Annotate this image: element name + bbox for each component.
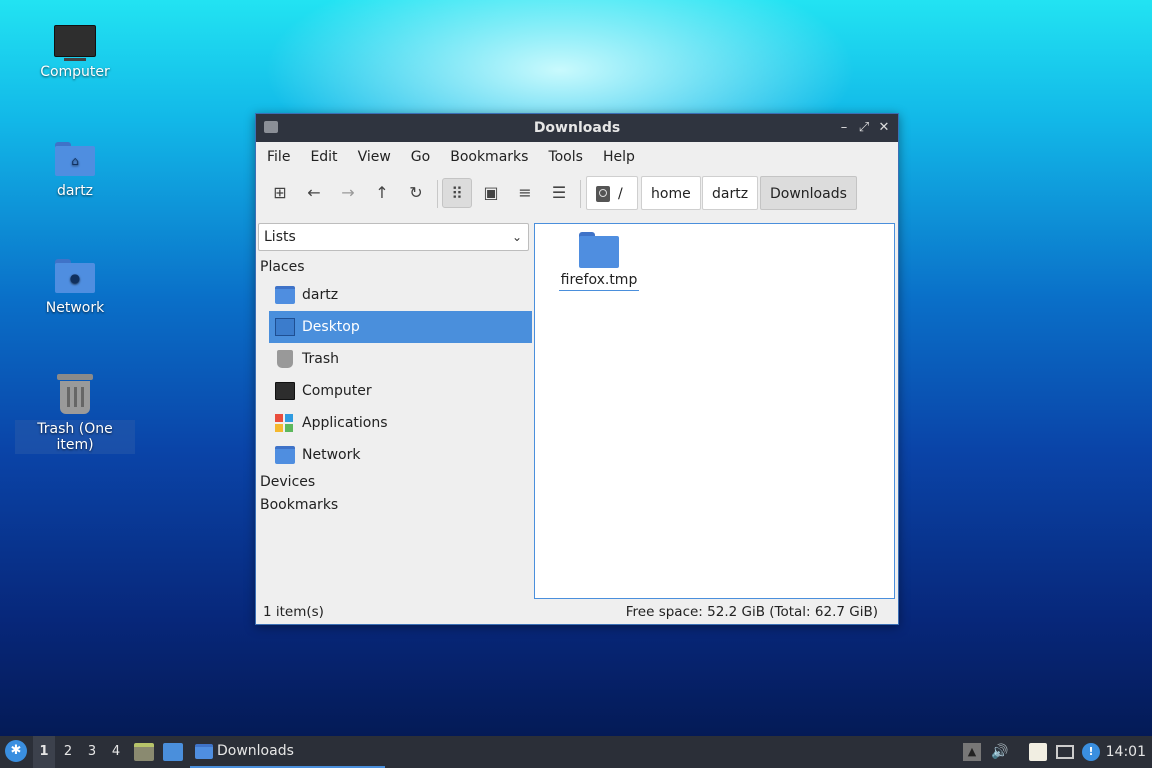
arrow-right-icon: →: [341, 183, 355, 202]
file-view[interactable]: firefox.tmp: [534, 223, 895, 599]
menu-file[interactable]: File: [260, 142, 297, 172]
status-free-space: Free space: 52.2 GiB (Total: 62.7 GiB): [625, 604, 878, 620]
new-tab-icon: ⊞: [273, 183, 287, 202]
detailed-list-icon: ☰: [551, 183, 567, 202]
network-folder-icon: ●: [55, 259, 95, 293]
reload-icon: ↻: [409, 183, 423, 202]
maximize-button[interactable]: ⤢: [854, 118, 874, 138]
chevron-down-icon: ⌄: [511, 230, 522, 244]
new-tab-button[interactable]: ⊞: [265, 178, 295, 208]
sidebar: Places dartz Desktop Trash Computer Appl…: [258, 256, 533, 517]
sidebar-section-devices[interactable]: Devices: [258, 471, 533, 494]
sidebar-item-computer[interactable]: Computer: [269, 375, 532, 407]
sidebar-item-desktop[interactable]: Desktop: [269, 311, 532, 343]
status-item-count: 1 item(s): [263, 604, 324, 620]
clock[interactable]: 14:01: [1106, 736, 1146, 768]
computer-icon: [275, 382, 295, 400]
compact-view-button[interactable]: ≡: [510, 178, 540, 208]
desktop-icon-computer[interactable]: Computer: [15, 25, 135, 81]
menu-bar: File Edit View Go Bookmarks Tools Help: [256, 142, 898, 172]
menu-go[interactable]: Go: [404, 142, 437, 172]
grid-icon: ⠿: [451, 184, 463, 203]
sidebar-item-network[interactable]: Network: [269, 439, 532, 471]
desktop-icon-label: Trash (One item): [15, 420, 135, 454]
desktop-icon-label: Network: [45, 300, 105, 316]
arrow-left-icon: ←: [307, 183, 321, 202]
task-downloads[interactable]: Downloads: [190, 736, 385, 768]
folder-icon: [195, 744, 213, 759]
list-icon: ≡: [518, 183, 532, 202]
forward-button[interactable]: →: [333, 178, 363, 208]
home-folder-icon: [275, 286, 295, 304]
sidebar-item-applications[interactable]: Applications: [269, 407, 532, 439]
desktop-icon-label: dartz: [56, 183, 94, 199]
close-button[interactable]: ✕: [874, 118, 894, 138]
sidebar-section-bookmarks[interactable]: Bookmarks: [258, 494, 533, 517]
home-folder-icon: ⌂: [55, 142, 95, 176]
desktop-icon-network[interactable]: ● Network: [15, 259, 135, 317]
breadcrumb-home[interactable]: home: [641, 176, 701, 210]
computer-icon: [54, 25, 96, 61]
menu-bookmarks[interactable]: Bookmarks: [443, 142, 535, 172]
notification-icon[interactable]: !: [1082, 743, 1100, 761]
workspace-2[interactable]: 2: [57, 736, 79, 768]
minimize-button[interactable]: –: [834, 118, 854, 138]
trash-icon: [57, 374, 93, 414]
sidebar-item-trash[interactable]: Trash: [269, 343, 532, 375]
icon-view-button[interactable]: ⠿: [442, 178, 472, 208]
toolbar: ⊞ ← → ↑ ↻ ⠿ ▣ ≡ ☰ / home dartz Downloads: [256, 172, 898, 214]
thumbnail-view-button[interactable]: ▣: [476, 178, 506, 208]
file-item-label: firefox.tmp: [558, 272, 640, 291]
status-bar: 1 item(s) Free space: 52.2 GiB (Total: 6…: [256, 600, 898, 624]
desktop-icon-home[interactable]: ⌂ dartz: [15, 142, 135, 200]
desktop-icon-label: Computer: [40, 64, 110, 80]
workspace-1[interactable]: 1: [33, 736, 55, 768]
menu-tools[interactable]: Tools: [541, 142, 590, 172]
sidebar-section-places[interactable]: Places: [258, 256, 533, 279]
sidebar-item-dartz[interactable]: dartz: [269, 279, 532, 311]
back-button[interactable]: ←: [299, 178, 329, 208]
up-button[interactable]: ↑: [367, 178, 397, 208]
show-desktop-icon[interactable]: [163, 743, 183, 761]
breadcrumb-root[interactable]: /: [586, 176, 638, 210]
window-titlebar[interactable]: Downloads – ⤢ ✕: [256, 114, 898, 142]
volume-icon[interactable]: 🔊: [991, 743, 1009, 761]
workspace-3[interactable]: 3: [81, 736, 103, 768]
image-icon: ▣: [483, 183, 499, 202]
desktop-icon: [275, 318, 295, 336]
file-manager-window: Downloads – ⤢ ✕ File Edit View Go Bookma…: [255, 113, 899, 625]
trash-icon: [277, 350, 293, 368]
network-folder-icon: [275, 446, 295, 464]
detailed-view-button[interactable]: ☰: [544, 178, 574, 208]
breadcrumb-dartz[interactable]: dartz: [702, 176, 759, 210]
desktop-icon-trash[interactable]: Trash (One item): [15, 374, 135, 454]
reload-button[interactable]: ↻: [401, 178, 431, 208]
clipboard-icon[interactable]: [1029, 743, 1047, 761]
drive-icon: [596, 186, 610, 202]
menu-edit[interactable]: Edit: [303, 142, 344, 172]
breadcrumb-downloads[interactable]: Downloads: [760, 176, 857, 210]
start-menu-button[interactable]: ✱: [5, 740, 27, 762]
arrow-up-icon: ↑: [375, 183, 389, 202]
workspace-4[interactable]: 4: [105, 736, 127, 768]
lxqt-logo-icon: ✱: [10, 743, 22, 758]
menu-help[interactable]: Help: [596, 142, 642, 172]
eject-icon[interactable]: ▲: [963, 743, 981, 761]
file-item[interactable]: firefox.tmp: [557, 232, 641, 291]
taskbar: ✱ 1 2 3 4 Downloads ▲ 🔊 ! 14:01: [0, 736, 1152, 768]
folder-icon: [579, 232, 619, 268]
network-icon[interactable]: [1056, 745, 1074, 759]
file-manager-launcher-icon[interactable]: [134, 743, 154, 761]
applications-icon: [275, 414, 295, 432]
window-title: Downloads: [533, 120, 621, 136]
menu-view[interactable]: View: [351, 142, 398, 172]
side-pane-mode-select[interactable]: Lists ⌄: [258, 223, 529, 251]
